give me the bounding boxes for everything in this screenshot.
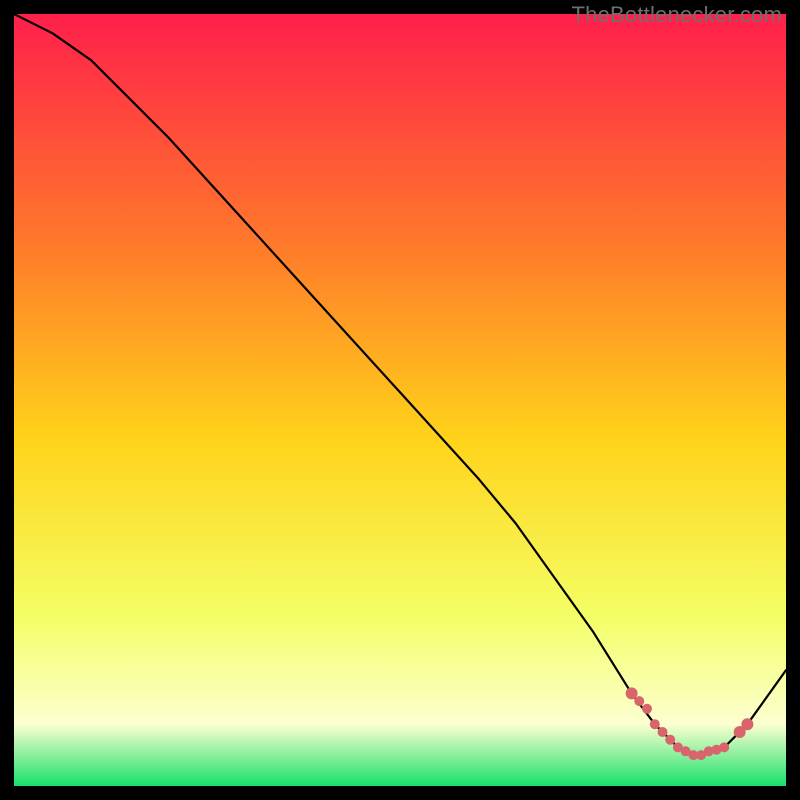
watermark-text: TheBottlenecker.com [572, 2, 782, 28]
marker-point [634, 696, 644, 706]
marker-point [650, 719, 660, 729]
marker-point [658, 727, 668, 737]
bottleneck-chart [14, 14, 786, 786]
chart-frame [14, 14, 786, 786]
marker-point [719, 742, 729, 752]
marker-point [665, 735, 675, 745]
marker-point [642, 704, 652, 714]
marker-point [741, 718, 753, 730]
gradient-background [14, 14, 786, 786]
